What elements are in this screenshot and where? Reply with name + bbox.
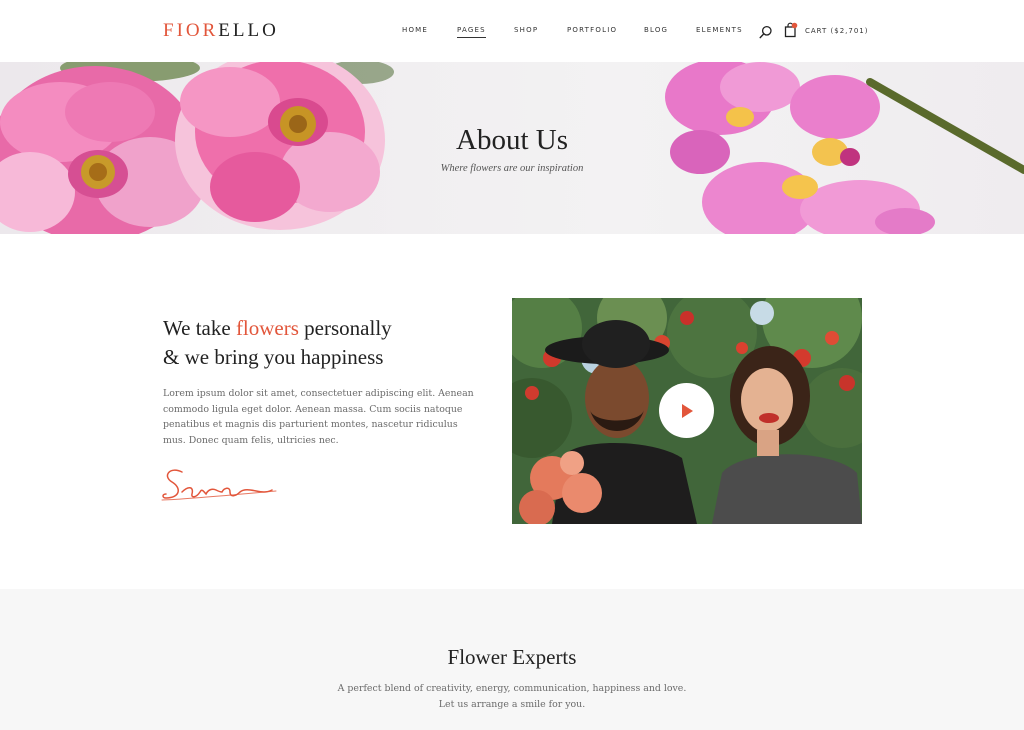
site-header: FIORELLO HOME PAGES SHOP PORTFOLIO BLOG … — [0, 0, 1024, 62]
play-icon — [682, 404, 693, 418]
search-icon[interactable] — [759, 24, 773, 39]
video-player[interactable] — [512, 298, 862, 524]
nav-item-shop[interactable]: SHOP — [514, 24, 538, 36]
page-subtitle: Where flowers are our inspiration — [440, 163, 584, 174]
experts-section: Flower Experts A perfect blend of creati… — [0, 589, 1024, 730]
shopping-bag-icon[interactable] — [784, 22, 798, 38]
page-title: About Us — [456, 124, 568, 156]
nav-item-pages[interactable]: PAGES — [457, 24, 486, 38]
experts-title: Flower Experts — [447, 645, 577, 669]
intro-heading-pre: We take — [163, 316, 236, 340]
experts-text: A perfect blend of creativity, energy, c… — [337, 683, 687, 710]
play-button[interactable] — [659, 383, 714, 438]
nav-item-portfolio[interactable]: PORTFOLIO — [567, 24, 617, 36]
intro-heading-post: personally — [298, 316, 392, 340]
nav-item-elements[interactable]: ELEMENTS — [696, 24, 743, 36]
page-hero: About Us Where flowers are our inspirati… — [0, 62, 1024, 234]
intro-paragraph: Lorem ipsum dolor sit amet, consectetuer… — [163, 388, 474, 446]
cart-link[interactable]: CART ($2,701) — [805, 26, 869, 36]
site-logo[interactable]: FIORELLO — [163, 19, 279, 43]
intro-heading-line2: & we bring you happiness — [163, 345, 384, 369]
signature-image — [161, 469, 277, 501]
nav-item-home[interactable]: HOME — [402, 24, 428, 36]
nav-item-blog[interactable]: BLOG — [644, 24, 668, 36]
intro-heading: We take flowers personally & we bring you… — [163, 314, 493, 372]
logo-rest: ELLO — [218, 20, 279, 41]
intro-heading-accent: flowers — [235, 316, 299, 340]
logo-accent: FIOR — [163, 20, 219, 41]
